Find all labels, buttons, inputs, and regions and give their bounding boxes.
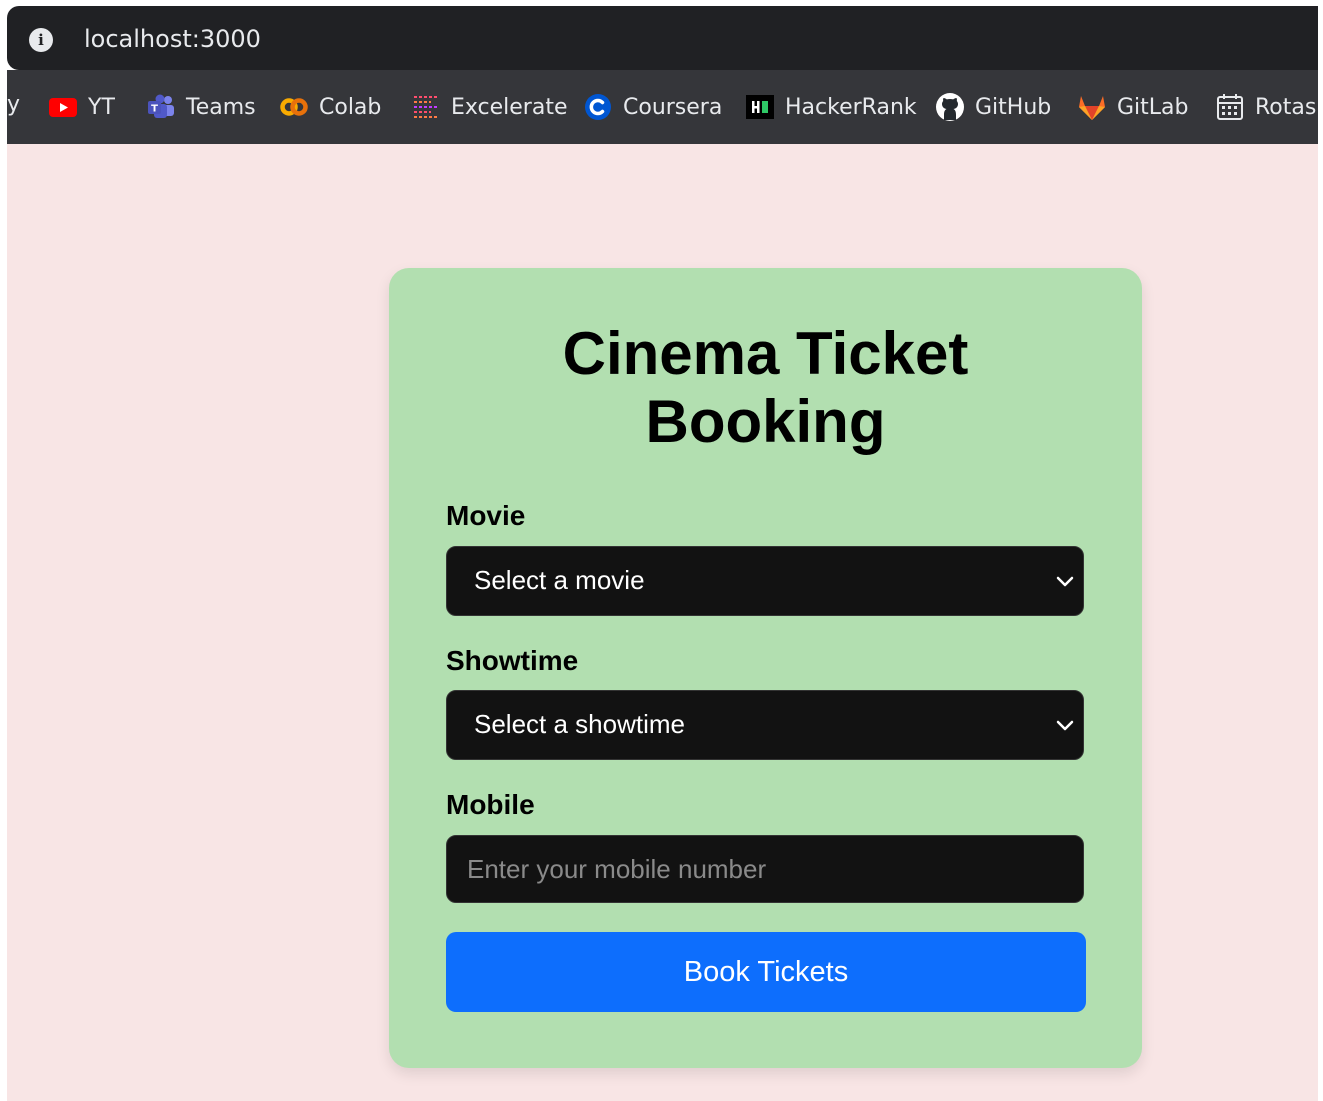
bookmark-label: HackerRank <box>785 94 917 120</box>
movie-select-value: Select a movie <box>474 565 645 595</box>
bookmark-label: GitHub <box>975 94 1052 120</box>
chevron-down-icon <box>1056 720 1074 731</box>
title-line-2: Booking <box>645 388 886 455</box>
movie-label: Movie <box>446 500 526 531</box>
bookmark-label: Coursera <box>623 94 723 120</box>
bookmark-yt[interactable]: YT <box>48 70 115 144</box>
bookmark-truncated[interactable]: y <box>7 92 20 117</box>
site-info-icon[interactable]: i <box>29 28 53 52</box>
teams-icon: T <box>148 94 174 118</box>
bookmark-gitlab[interactable]: GitLab <box>1077 70 1189 144</box>
gitlab-icon <box>1079 96 1105 120</box>
address-bar[interactable]: i localhost:3000 <box>7 6 1318 70</box>
bookmark-excelerate[interactable]: Excelerate <box>411 70 568 144</box>
page-title: Cinema Ticket Booking <box>389 320 1142 456</box>
bookmark-coursera[interactable]: Coursera <box>583 70 722 144</box>
bookmark-label: Rotas <box>1255 94 1317 120</box>
browser-window: i localhost:3000 y YT T Teams Colab Exce… <box>7 6 1318 1101</box>
bookmark-github[interactable]: GitHub <box>935 70 1051 144</box>
bookmark-teams[interactable]: T Teams <box>146 70 256 144</box>
showtime-select[interactable]: Select a showtime <box>446 690 1084 760</box>
book-tickets-button[interactable]: Book Tickets <box>446 932 1086 1012</box>
excelerate-icon <box>414 96 438 118</box>
page-content: Cinema Ticket Booking Movie Select a mov… <box>7 144 1318 1101</box>
title-line-1: Cinema Ticket <box>562 320 969 387</box>
bookmark-label: YT <box>88 94 115 120</box>
youtube-icon <box>49 98 77 117</box>
bookmark-label: Excelerate <box>451 94 568 120</box>
movie-select[interactable]: Select a movie <box>446 546 1084 616</box>
showtime-select-value: Select a showtime <box>474 709 685 739</box>
url-text[interactable]: localhost:3000 <box>84 25 261 53</box>
bookmark-label: GitLab <box>1117 94 1189 120</box>
bookmark-colab[interactable]: Colab <box>279 70 381 144</box>
coursera-icon <box>585 94 611 120</box>
svg-text:T: T <box>151 104 158 115</box>
colab-icon <box>280 98 308 116</box>
mobile-label: Mobile <box>446 789 535 820</box>
bookmarks-bar: y YT T Teams Colab Excelerate Coursera H… <box>7 70 1318 144</box>
bookmark-rotas[interactable]: Rotas <box>1215 70 1316 144</box>
bookmark-label: Teams <box>186 94 256 120</box>
chevron-down-icon <box>1056 576 1074 587</box>
hackerrank-icon <box>746 95 774 119</box>
mobile-input[interactable] <box>446 835 1084 903</box>
showtime-label: Showtime <box>446 645 579 676</box>
bookmark-hackerrank[interactable]: HackerRank <box>745 70 917 144</box>
github-icon <box>936 93 964 121</box>
calendar-icon <box>1217 94 1243 120</box>
booking-card: Cinema Ticket Booking Movie Select a mov… <box>389 268 1142 1068</box>
bookmark-label: Colab <box>319 94 382 120</box>
